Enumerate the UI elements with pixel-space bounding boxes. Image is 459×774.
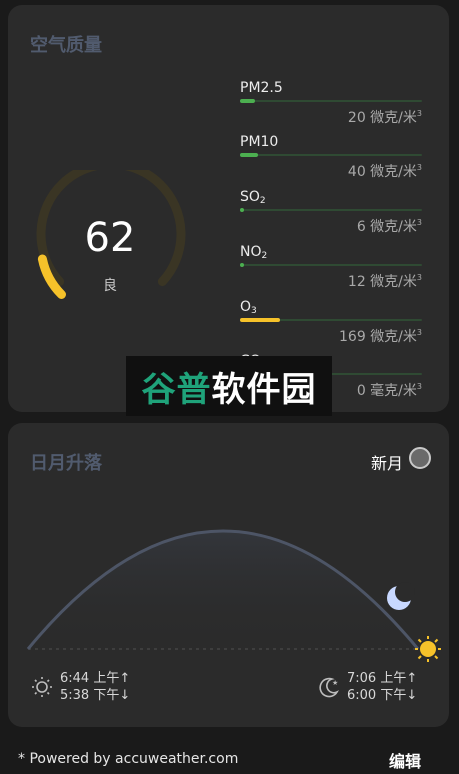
air-quality-card: 空气质量 62 良 PM2.5 20 微克/米3 PM10 40 微克/米3 SO2 6 … — [8, 5, 449, 412]
sunset-time: 5:38 下午↓ — [60, 688, 131, 703]
pollutant-bar-fill — [240, 99, 255, 103]
sun-moon-card: 日月升落 新月 6:44 上午↑ 5:38 下午↓ ★ 7:06 上午↑ 6:0… — [8, 423, 449, 727]
moon-icon — [387, 582, 415, 610]
moon-times: 7:06 上午↑ 6:00 下午↓ — [347, 670, 417, 704]
pollutant-bar-track — [240, 208, 422, 212]
sun-small-icon — [32, 677, 52, 697]
pollutant-bar-track — [240, 99, 422, 103]
moon-small-icon: ★ — [319, 677, 340, 698]
sunrise-time: 6:44 上午↑ — [60, 671, 131, 686]
pollutant-bar-track — [240, 153, 422, 157]
sun-moon-arc-chart — [26, 529, 441, 662]
pollutant-value: 169 微克/米3 — [339, 328, 422, 345]
pollutant-row: SO2 6 微克/米3 — [240, 189, 422, 239]
moonset-time: 6:00 下午↓ — [347, 688, 418, 703]
pollutant-bar-fill — [240, 263, 244, 267]
powered-by-link[interactable]: * Powered by accuweather.com — [18, 751, 238, 767]
pollutant-value: 20 微克/米3 — [347, 109, 422, 126]
pollutant-bar-track — [240, 318, 422, 322]
pollutant-name: NO2 — [240, 244, 268, 261]
pollutant-bar-track — [240, 263, 422, 267]
pollutant-bar-fill — [240, 153, 259, 157]
air-quality-title: 空气质量 — [30, 35, 102, 56]
sun-moon-title: 日月升落 — [30, 453, 102, 474]
sun-times: 6:44 上午↑ 5:38 下午↓ — [60, 670, 130, 704]
moon-phase-label: 新月 — [370, 454, 403, 473]
pollutant-value: 40 微克/米3 — [347, 163, 422, 180]
watermark-green-text: 谷普 — [141, 369, 212, 410]
aqi-value: 62 — [84, 215, 136, 261]
pollutant-row: PM2.5 20 微克/米3 — [240, 80, 422, 130]
sun-icon — [415, 636, 441, 662]
watermark-white-text: 软件园 — [211, 369, 317, 410]
edit-button[interactable]: 编辑 — [389, 748, 421, 772]
moon-phase-icon — [409, 447, 431, 469]
pollutant-bar-fill — [240, 318, 281, 322]
pollutant-bar-fill — [240, 208, 244, 212]
svg-text:★: ★ — [332, 679, 338, 687]
watermark-logo: 谷普 软件园 — [126, 356, 332, 416]
pollutant-value: 12 微克/米3 — [347, 273, 422, 290]
pollutant-value: 0 毫克/米3 — [356, 382, 422, 399]
pollutant-name: PM10 — [240, 134, 279, 150]
aqi-level: 良 — [103, 278, 117, 294]
pollutant-name: O3 — [240, 299, 257, 316]
moonrise-time: 7:06 上午↑ — [347, 671, 418, 686]
pollutant-row: O3 169 微克/米3 — [240, 299, 422, 349]
pollutant-name: PM2.5 — [240, 80, 283, 96]
pollutant-name: SO2 — [240, 189, 266, 206]
pollutant-value: 6 微克/米3 — [356, 218, 422, 235]
pollutant-row: NO2 12 微克/米3 — [240, 244, 422, 294]
pollutant-row: PM10 40 微克/米3 — [240, 134, 422, 184]
